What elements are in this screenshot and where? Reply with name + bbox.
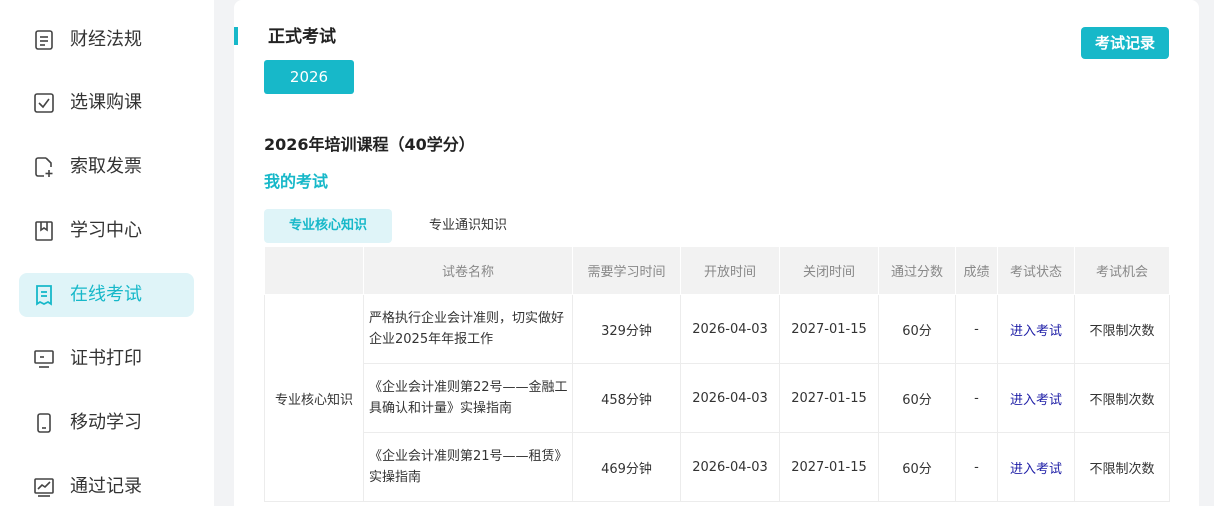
- table-row: 《企业会计准则第21号——租赁》实操指南 469分钟 2026-04-03 20…: [265, 432, 1170, 502]
- bookmark-icon: [33, 220, 55, 242]
- sidebar-item-mobile-learning[interactable]: 移动学习: [19, 401, 194, 445]
- close-time: 2027-01-15: [779, 294, 879, 364]
- title-accent-bar: [234, 27, 238, 45]
- sidebar-item-label: 证书打印: [70, 348, 142, 369]
- study-time: 329分钟: [572, 294, 681, 364]
- exam-icon: [33, 284, 55, 306]
- course-title: 2026年培训课程（40学分）: [264, 135, 475, 154]
- score: -: [955, 363, 998, 433]
- table-header: 通过分数: [878, 246, 956, 295]
- score: -: [955, 294, 998, 364]
- table-header: 考试机会: [1074, 246, 1170, 295]
- close-time: 2027-01-15: [779, 363, 879, 433]
- table-row: 《企业会计准则第22号——金融工具确认和计量》实操指南 458分钟 2026-0…: [265, 363, 1170, 433]
- sidebar-item-label: 通过记录: [70, 476, 142, 497]
- sidebar-item-label: 财经法规: [70, 29, 142, 50]
- paper-name: 《企业会计准则第21号——租赁》实操指南: [363, 432, 573, 502]
- study-time: 458分钟: [572, 363, 681, 433]
- document-icon: [33, 29, 55, 51]
- exam-record-button[interactable]: 考试记录: [1081, 27, 1169, 59]
- table-row: 专业核心知识 严格执行企业会计准则，切实做好企业2025年年报工作 329分钟 …: [264, 294, 1170, 502]
- exam-chances: 不限制次数: [1074, 432, 1170, 502]
- sidebar-item-pass-record[interactable]: 通过记录: [19, 465, 194, 506]
- close-time: 2027-01-15: [779, 432, 879, 502]
- pass-score: 60分: [878, 432, 956, 502]
- mobile-icon: [33, 412, 55, 434]
- tab-core-knowledge[interactable]: 专业核心知识: [264, 209, 392, 243]
- sidebar-item-certificate[interactable]: 证书打印: [19, 337, 194, 381]
- exam-chances: 不限制次数: [1074, 363, 1170, 433]
- table-header-row: 试卷名称 需要学习时间 开放时间 关闭时间 通过分数 成绩 考试状态 考试机会: [264, 246, 1170, 295]
- sidebar-item-regulations[interactable]: 财经法规: [19, 18, 194, 62]
- table-header: 需要学习时间: [572, 246, 681, 295]
- page-title: 正式考试: [268, 27, 336, 47]
- checkbox-icon: [33, 92, 55, 114]
- file-add-icon: [33, 156, 55, 178]
- pass-score: 60分: [878, 363, 956, 433]
- enter-exam-link[interactable]: 进入考试: [997, 294, 1075, 364]
- year-button[interactable]: 2026: [264, 60, 354, 94]
- monitor-icon: [33, 348, 55, 370]
- table-header: 考试状态: [997, 246, 1075, 295]
- open-time: 2026-04-03: [680, 363, 780, 433]
- sidebar-item-course-purchase[interactable]: 选课购课: [19, 81, 194, 125]
- open-time: 2026-04-03: [680, 432, 780, 502]
- sidebar-item-label: 移动学习: [70, 412, 142, 433]
- table-header: 关闭时间: [779, 246, 879, 295]
- table-header: 成绩: [955, 246, 998, 295]
- table-header: 开放时间: [680, 246, 780, 295]
- exam-chances: 不限制次数: [1074, 294, 1170, 364]
- enter-exam-link[interactable]: 进入考试: [997, 363, 1075, 433]
- tab-general-knowledge[interactable]: 专业通识知识: [404, 209, 532, 243]
- study-time: 469分钟: [572, 432, 681, 502]
- sidebar: 财经法规 选课购课 索取发票 学习中心 在线考试 证书打印 移动学习 通过记录: [0, 0, 214, 506]
- pass-score: 60分: [878, 294, 956, 364]
- sidebar-item-label: 学习中心: [70, 220, 142, 241]
- open-time: 2026-04-03: [680, 294, 780, 364]
- table-header: [264, 246, 364, 295]
- sidebar-item-online-exam[interactable]: 在线考试: [19, 273, 194, 317]
- paper-name: 《企业会计准则第22号——金融工具确认和计量》实操指南: [363, 363, 573, 433]
- sidebar-item-label: 索取发票: [70, 156, 142, 177]
- my-exam-heading: 我的考试: [264, 172, 329, 191]
- sidebar-item-learning-center[interactable]: 学习中心: [19, 209, 194, 253]
- score: -: [955, 432, 998, 502]
- sidebar-item-label: 选课购课: [70, 92, 142, 113]
- table-header: 试卷名称: [363, 246, 573, 295]
- main-panel: 正式考试 考试记录 2026 2026年培训课程（40学分） 我的考试 专业核心…: [234, 0, 1199, 506]
- enter-exam-link[interactable]: 进入考试: [997, 432, 1075, 502]
- exam-table: 试卷名称 需要学习时间 开放时间 关闭时间 通过分数 成绩 考试状态 考试机会 …: [264, 246, 1170, 502]
- sidebar-item-invoice[interactable]: 索取发票: [19, 145, 194, 189]
- sidebar-item-label: 在线考试: [70, 284, 142, 305]
- group-label-cell: 专业核心知识: [264, 294, 364, 502]
- chart-icon: [33, 476, 55, 498]
- paper-name: 严格执行企业会计准则，切实做好企业2025年年报工作: [363, 294, 573, 364]
